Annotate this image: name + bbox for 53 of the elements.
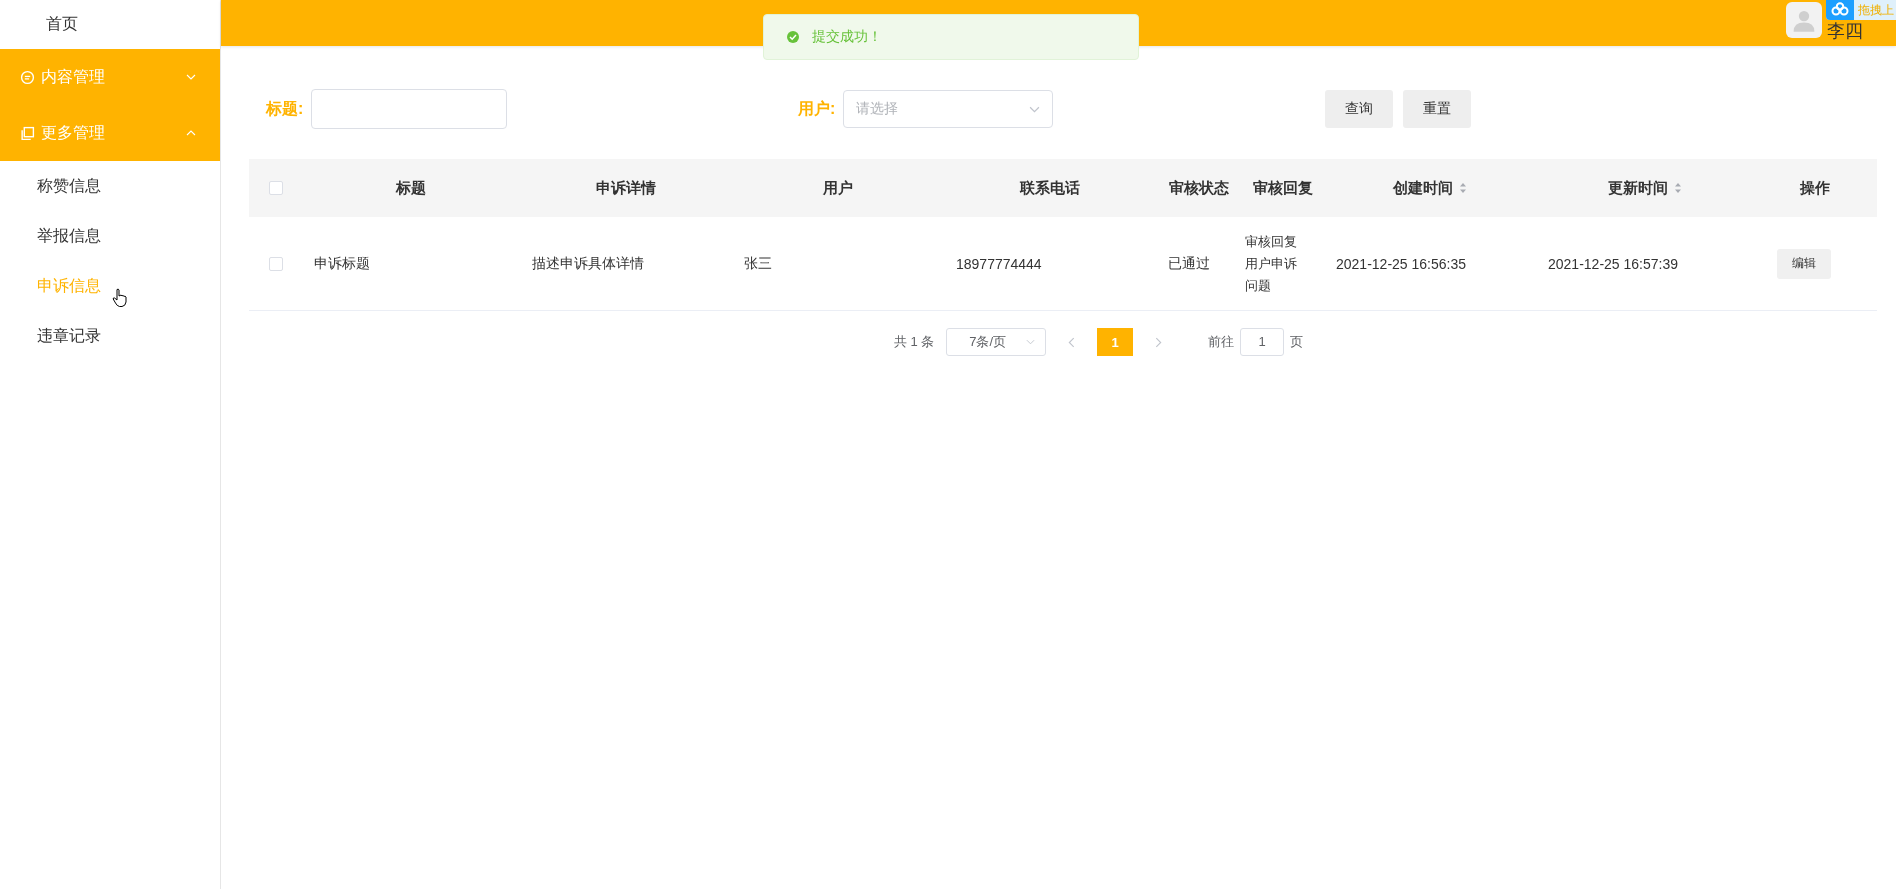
- total-count: 共 1 条: [893, 333, 935, 351]
- check-circle-icon: [786, 30, 800, 44]
- group-label: 更多管理: [41, 122, 106, 143]
- row-checkbox[interactable]: [268, 256, 283, 271]
- reset-button[interactable]: 重置: [1403, 90, 1472, 128]
- table-cell: 已通过: [1168, 254, 1210, 273]
- sidebar-item[interactable]: 首页: [0, 0, 220, 49]
- page-suffix: 页: [1290, 333, 1304, 351]
- sort-icon[interactable]: [1459, 182, 1467, 194]
- chevron-down-icon: [1026, 339, 1036, 345]
- column-header[interactable]: 更新时间: [1607, 178, 1682, 198]
- select-all-checkbox[interactable]: [268, 181, 283, 195]
- chevron-down-icon: [186, 74, 196, 80]
- column-header[interactable]: 创建时间: [1393, 178, 1467, 198]
- table-cell: 2021-12-25 16:56:35: [1336, 255, 1466, 272]
- title-input-field[interactable]: [311, 89, 508, 129]
- cloud-link-icon: [1826, 0, 1854, 20]
- group-label: 内容管理: [41, 66, 106, 87]
- table-cell: 18977774444: [956, 255, 1042, 272]
- search-button[interactable]: 查询: [1325, 90, 1394, 128]
- toast-message: 提交成功！: [812, 28, 882, 46]
- column-header: 申诉详情: [596, 178, 656, 198]
- page-size-select[interactable]: 7条/页: [946, 328, 1047, 356]
- sidebar-item[interactable]: 称赞信息: [0, 161, 220, 211]
- column-header: 操作: [1800, 178, 1830, 198]
- sort-icon[interactable]: [1673, 182, 1682, 194]
- chevron-up-icon: [186, 130, 196, 136]
- filter-label: 用户:: [798, 98, 836, 119]
- edit-button[interactable]: 编辑: [1777, 248, 1831, 279]
- column-header: 审核回复: [1252, 178, 1313, 198]
- user-name[interactable]: 李四: [1827, 21, 1863, 42]
- table-cell: 张三: [744, 254, 772, 273]
- table-cell: 描述申诉具体详情: [532, 254, 644, 273]
- goto-label: 前往: [1208, 333, 1235, 351]
- table-cell: 申诉标题: [314, 254, 370, 273]
- column-header: 用户: [823, 178, 853, 198]
- table-cell: 2021-12-25 16:57:39: [1548, 255, 1678, 272]
- column-header: 标题: [396, 178, 426, 198]
- next-page-icon[interactable]: [1155, 336, 1163, 348]
- previous-page-icon[interactable]: [1068, 336, 1076, 348]
- column-header: 联系电话: [1020, 178, 1080, 198]
- copy-icon: [20, 125, 35, 141]
- filter-label: 标题:: [266, 98, 304, 119]
- page-input-field[interactable]: 1: [1240, 328, 1285, 356]
- table-cell-text: 审核回复用户申诉问题: [1245, 232, 1298, 295]
- extension-label: 拖拽上: [1858, 1, 1894, 19]
- sidebar-item[interactable]: 举报信息: [0, 211, 220, 261]
- sidebar-item[interactable]: 违章记录: [0, 311, 220, 361]
- avatar-icon[interactable]: [1786, 2, 1822, 38]
- chat-icon: [20, 69, 35, 85]
- hand-cursor-icon: [112, 288, 128, 308]
- column-header: 审核状态: [1168, 178, 1229, 198]
- chevron-down-icon: [1029, 105, 1041, 113]
